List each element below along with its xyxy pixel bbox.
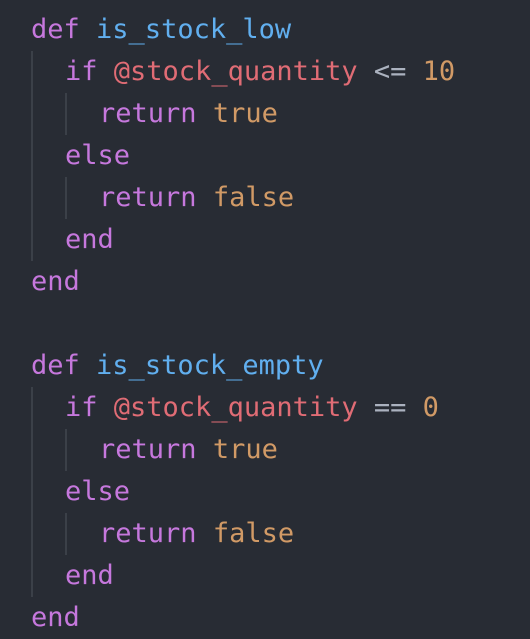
code-token-num: 10 bbox=[422, 56, 456, 87]
code-line: if @stock_quantity <= 10 bbox=[65, 51, 455, 93]
code-token-kw: else bbox=[65, 140, 131, 171]
code-token-kw: end bbox=[31, 266, 80, 297]
code-token-fn: is_stock_low bbox=[96, 14, 292, 45]
code-token-kw: def bbox=[31, 14, 80, 45]
code-line: return true bbox=[99, 429, 278, 471]
code-token-kw: return bbox=[99, 182, 197, 213]
code-line: return false bbox=[99, 513, 294, 555]
code-token-kw: return bbox=[99, 434, 197, 465]
code-token-fn: is_stock_empty bbox=[96, 350, 324, 381]
code-token-ivar: @stock_quantity bbox=[113, 56, 358, 87]
indent-guide bbox=[31, 387, 33, 597]
code-token-kw: return bbox=[99, 98, 197, 129]
code-token-kw: end bbox=[65, 224, 114, 255]
code-line: else bbox=[65, 471, 130, 513]
code-token-bool: false bbox=[212, 518, 295, 549]
code-line: return true bbox=[99, 93, 278, 135]
indent-guide bbox=[65, 93, 67, 135]
code-token-kw: def bbox=[31, 350, 80, 381]
code-line: return false bbox=[99, 177, 294, 219]
code-token-kw: else bbox=[65, 476, 131, 507]
code-token-kw: end bbox=[65, 560, 114, 591]
code-token-bool: true bbox=[212, 98, 278, 129]
code-line: else bbox=[65, 135, 130, 177]
code-token-bool: true bbox=[212, 434, 278, 465]
indent-guide bbox=[65, 429, 67, 471]
code-token-op: <= bbox=[373, 56, 407, 87]
code-editor[interactable]: def is_stock_low if @stock_quantity <= 10… bbox=[0, 0, 530, 638]
code-line: end bbox=[65, 219, 114, 261]
code-token-bool: false bbox=[212, 182, 295, 213]
indent-guide bbox=[65, 177, 67, 219]
code-token-num: 0 bbox=[422, 392, 439, 423]
code-token-ivar: @stock_quantity bbox=[113, 392, 358, 423]
indent-guide bbox=[31, 51, 33, 261]
code-line: end bbox=[31, 261, 80, 303]
code-line: end bbox=[65, 555, 114, 597]
code-line: def is_stock_empty bbox=[31, 345, 324, 387]
code-token-kw: return bbox=[99, 518, 197, 549]
code-token-kw: if bbox=[65, 56, 98, 87]
code-token-kw: end bbox=[31, 602, 80, 633]
code-line: if @stock_quantity == 0 bbox=[65, 387, 439, 429]
code-token-kw: if bbox=[65, 392, 98, 423]
code-line: end bbox=[31, 597, 80, 639]
code-token-op: == bbox=[373, 392, 407, 423]
code-line: def is_stock_low bbox=[31, 9, 291, 51]
indent-guide bbox=[65, 513, 67, 555]
